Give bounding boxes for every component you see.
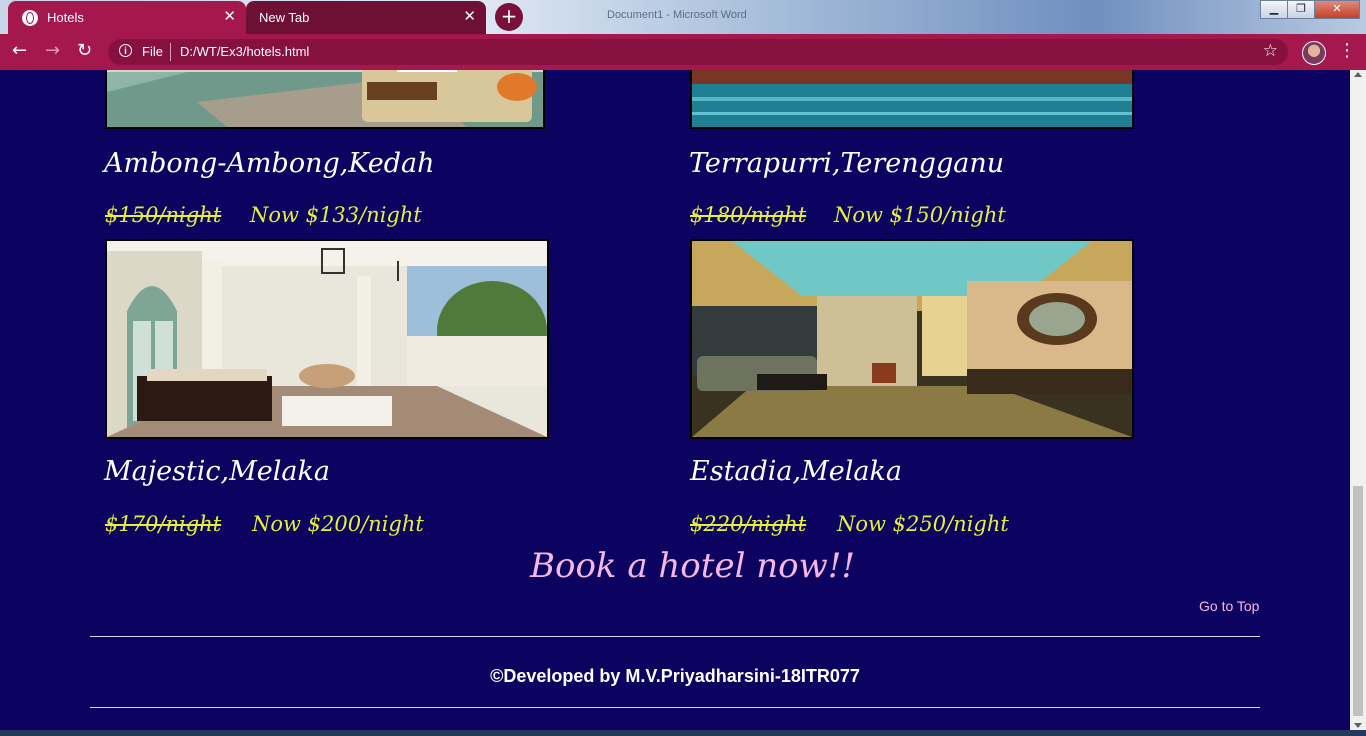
new-price: Now $133/night: [250, 203, 422, 227]
tab-new-tab[interactable]: New Tab ✕: [246, 1, 486, 34]
tab-hotels[interactable]: Hotels ✕: [8, 1, 246, 34]
tab-strip: Hotels ✕ New Tab ✕ + Document1 - Microso…: [0, 0, 1366, 34]
menu-icon[interactable]: ⋮: [1338, 40, 1356, 62]
divider: [90, 707, 1260, 708]
window-title: Document1 - Microsoft Word: [607, 9, 747, 21]
url-scheme: File: [142, 44, 163, 59]
old-price: $170/night: [105, 512, 222, 536]
address-bar: ← → ↻ i File D:/WT/Ex3/hotels.html ☆ ⋮: [0, 34, 1366, 70]
window-close-button[interactable]: ✕: [1314, 0, 1360, 19]
close-tab-icon[interactable]: ✕: [463, 9, 476, 25]
hotel-photo: [105, 239, 549, 439]
info-icon[interactable]: i: [119, 44, 132, 57]
hotel-photo: [690, 70, 1134, 129]
new-tab-button[interactable]: +: [495, 3, 523, 31]
reload-icon[interactable]: ↻: [77, 41, 92, 61]
hotel-name: Ambong-Ambong,Kedah: [104, 148, 435, 179]
divider: [170, 43, 171, 61]
back-icon[interactable]: ←: [12, 41, 27, 61]
hotel-name: Estadia,Melaka: [690, 456, 902, 487]
url-input[interactable]: i File D:/WT/Ex3/hotels.html ☆: [108, 39, 1288, 65]
tab-label: Hotels: [47, 10, 84, 25]
scroll-thumb[interactable]: [1353, 486, 1363, 716]
new-price: Now $200/night: [252, 512, 424, 536]
bookmark-star-icon[interactable]: ☆: [1263, 41, 1278, 61]
hotel-photo: [105, 70, 545, 129]
old-price: $220/night: [690, 512, 807, 536]
url-text: D:/WT/Ex3/hotels.html: [180, 44, 310, 59]
restore-button[interactable]: ❐: [1287, 0, 1315, 19]
globe-icon: [22, 9, 38, 26]
window-controls: ▁ ❐ ✕: [1260, 0, 1360, 19]
close-tab-icon[interactable]: ✕: [223, 9, 236, 25]
hotel-suite-image: [692, 241, 1132, 437]
new-price: Now $250/night: [837, 512, 1009, 536]
hotel-name: Terrapurri,Terengganu: [689, 148, 1005, 179]
go-to-top-link[interactable]: Go to Top: [1199, 598, 1259, 614]
tab-label: New Tab: [259, 10, 310, 25]
hotel-name: Majestic,Melaka: [104, 456, 330, 487]
forward-icon[interactable]: →: [45, 41, 60, 61]
old-price: $150/night: [105, 203, 222, 227]
colonial-veranda-image: [107, 241, 547, 437]
old-price: $180/night: [690, 203, 807, 227]
page-scrollbar[interactable]: [1350, 70, 1366, 730]
footer-credit: ©Developed by M.V.Priyadharsini-18ITR077: [490, 666, 860, 686]
os-taskbar: [0, 730, 1366, 736]
scroll-up-icon[interactable]: [1354, 72, 1362, 77]
new-price: Now $150/night: [834, 203, 1006, 227]
profile-avatar[interactable]: [1302, 41, 1326, 65]
minimize-button[interactable]: ▁: [1260, 0, 1288, 19]
divider: [90, 636, 1260, 637]
hotel-photo: [690, 239, 1134, 439]
page-content: Ambong-Ambong,Kedah $150/night Now $133/…: [0, 70, 1350, 730]
poolside-lounge-image: [107, 70, 543, 127]
resort-pool-image: [692, 70, 1132, 127]
scroll-down-icon[interactable]: [1354, 723, 1362, 728]
book-heading: Book a hotel now!!: [530, 546, 856, 586]
